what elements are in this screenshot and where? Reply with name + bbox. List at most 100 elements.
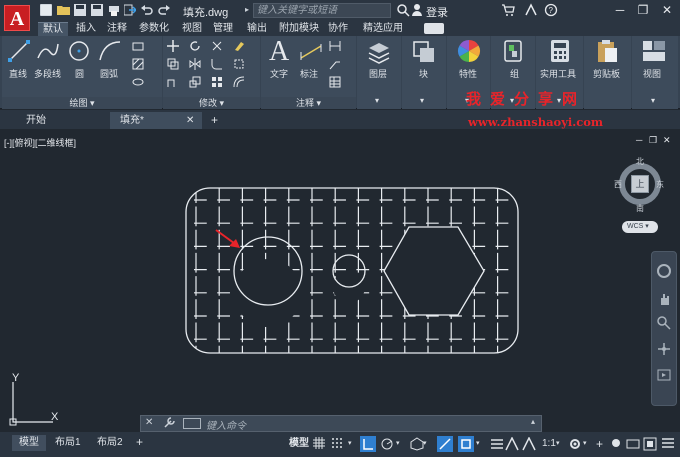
workspace-dropdown-icon[interactable]: ▾ <box>583 437 587 451</box>
copy-icon[interactable] <box>167 58 179 70</box>
help-icon[interactable]: ? <box>544 3 558 20</box>
restore-button[interactable]: ❐ <box>636 3 650 17</box>
search-icon[interactable] <box>396 3 410 20</box>
text-icon[interactable]: A <box>269 38 289 66</box>
compass-north[interactable]: 北 <box>636 156 644 167</box>
polar-dropdown-icon[interactable]: ▾ <box>396 437 400 451</box>
new-file-icon[interactable] <box>40 4 52 16</box>
command-close-icon[interactable]: ✕ <box>145 417 153 428</box>
scale-icon[interactable] <box>189 76 201 88</box>
clean-screen-icon[interactable] <box>643 437 657 451</box>
autodesk-a-icon[interactable] <box>524 3 538 20</box>
utilities-label[interactable]: 实用工具 <box>540 67 576 80</box>
ribbon-toggle-button[interactable] <box>424 23 444 34</box>
layout-tab-2[interactable]: 布局2 <box>90 435 130 451</box>
command-history-icon[interactable] <box>183 418 201 429</box>
circle-icon[interactable] <box>68 40 90 65</box>
clipboard-label[interactable]: 剪贴板 <box>593 67 620 80</box>
layout-tab-1[interactable]: 布局1 <box>48 435 88 451</box>
snap-icon[interactable] <box>331 437 343 451</box>
draw-panel-title[interactable]: 绘图 ▾ <box>2 97 162 109</box>
annotation-monitor-icon[interactable]: + <box>596 437 603 451</box>
tab-view[interactable]: 视图 <box>182 22 202 36</box>
user-icon[interactable] <box>411 3 423 20</box>
viewcube[interactable]: 上 北 南 西 东 <box>614 156 664 214</box>
model-space-button[interactable]: 模型 <box>289 437 309 451</box>
block-icon[interactable] <box>412 40 436 67</box>
close-tab-icon[interactable]: ✕ <box>186 112 194 129</box>
layers-label[interactable]: 图层 <box>369 67 387 80</box>
erase-icon[interactable] <box>233 40 245 52</box>
line-label[interactable]: 直线 <box>9 67 27 80</box>
command-line[interactable]: ✕ 键入命令 ▴ <box>140 415 542 432</box>
isolate-objects-icon[interactable] <box>610 437 622 451</box>
drawing-tab[interactable]: 填充* ✕ <box>110 112 202 129</box>
zoom-icon[interactable] <box>657 316 671 330</box>
hatch-icon[interactable] <box>132 58 144 70</box>
view-label[interactable]: 视图 <box>643 67 661 80</box>
isodraft-dropdown-icon[interactable]: ▾ <box>423 437 427 451</box>
leader-icon[interactable] <box>329 58 341 70</box>
block-panel[interactable]: 块 ▾ <box>402 36 446 109</box>
add-layout-icon[interactable]: + <box>136 435 143 449</box>
explode-icon[interactable] <box>233 58 245 70</box>
layers-dropdown-icon[interactable]: ▾ <box>375 96 379 105</box>
block-dropdown-icon[interactable]: ▾ <box>420 96 424 105</box>
circle-label[interactable]: 圆 <box>75 67 84 80</box>
compass-west[interactable]: 西 <box>614 179 622 190</box>
arc-icon[interactable] <box>98 40 122 65</box>
customization-menu-icon[interactable] <box>662 437 674 451</box>
rectangle-icon[interactable] <box>132 40 144 52</box>
calculator-icon[interactable] <box>550 39 570 66</box>
tab-output[interactable]: 输出 <box>247 22 267 36</box>
undo-icon[interactable] <box>141 4 153 16</box>
mirror-icon[interactable] <box>189 58 201 70</box>
group-icon[interactable] <box>502 39 524 66</box>
annotation-scale[interactable]: 1:1 <box>542 437 556 451</box>
login-link[interactable]: 登录 <box>426 4 448 20</box>
groups-label[interactable]: 组 <box>510 67 519 80</box>
cart-icon[interactable] <box>501 3 515 20</box>
dimension-label[interactable]: 标注 <box>300 67 318 80</box>
pan-icon[interactable] <box>657 292 671 306</box>
isodraft-icon[interactable] <box>410 437 424 451</box>
lineweight-icon[interactable] <box>490 437 504 451</box>
minimize-button[interactable]: ─ <box>613 3 627 17</box>
save-icon[interactable] <box>74 4 86 16</box>
text-label[interactable]: 文字 <box>270 67 288 80</box>
view-icon[interactable] <box>642 40 666 65</box>
tab-insert[interactable]: 插入 <box>76 22 96 36</box>
tab-parametric[interactable]: 参数化 <box>139 22 169 36</box>
close-button[interactable]: ✕ <box>660 3 674 17</box>
tab-home[interactable]: 默认 <box>38 22 68 36</box>
open-folder-icon[interactable] <box>57 4 70 16</box>
annotation-panel-title[interactable]: 注释 ▾ <box>261 97 356 109</box>
array-icon[interactable] <box>211 76 223 88</box>
workspace-gear-icon[interactable] <box>568 437 582 451</box>
scale-dropdown-icon[interactable]: ▾ <box>556 437 560 451</box>
rotate-icon[interactable] <box>189 40 201 52</box>
trim-icon[interactable] <box>211 40 223 52</box>
share-icon[interactable] <box>123 4 138 16</box>
object-snap-tracking-icon[interactable] <box>437 436 453 452</box>
compass-east[interactable]: 东 <box>656 179 664 190</box>
ellipse-icon[interactable] <box>132 76 144 88</box>
compass-south[interactable]: 南 <box>636 203 644 214</box>
block-label[interactable]: 块 <box>419 67 428 80</box>
object-snap-icon[interactable] <box>458 436 474 452</box>
view-dropdown-icon[interactable]: ▾ <box>651 96 655 105</box>
arc-label[interactable]: 圆弧 <box>100 67 118 80</box>
ortho-icon[interactable] <box>360 436 376 452</box>
snap-dropdown-icon[interactable]: ▾ <box>348 437 352 451</box>
tab-annotate[interactable]: 注释 <box>107 22 127 36</box>
fillet-icon[interactable] <box>211 58 223 70</box>
view-panel[interactable]: 视图 ▾ <box>632 36 678 109</box>
osnap-dropdown-icon[interactable]: ▾ <box>476 437 480 451</box>
new-tab-icon[interactable]: + <box>211 113 218 127</box>
tab-manage[interactable]: 管理 <box>213 22 233 36</box>
command-expand-icon[interactable]: ▴ <box>531 417 535 426</box>
line-icon[interactable] <box>8 40 30 65</box>
command-input[interactable]: 键入命令 <box>206 417 246 432</box>
hardware-accel-icon[interactable] <box>626 437 640 451</box>
save-as-icon[interactable] <box>91 4 103 16</box>
